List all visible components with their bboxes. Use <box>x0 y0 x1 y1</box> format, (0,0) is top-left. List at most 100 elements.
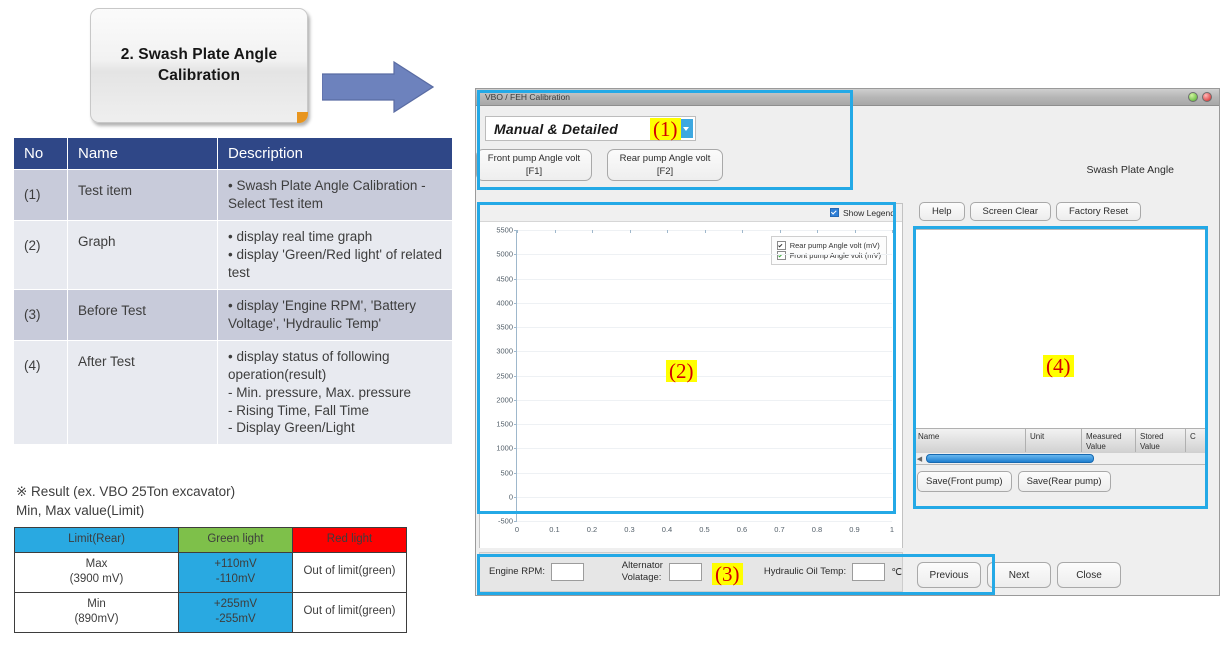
limit-cell-limit: Min (890mV) <box>14 591 179 633</box>
y-axis-tick-mark <box>514 327 517 328</box>
chevron-down-icon[interactable] <box>678 119 693 138</box>
slide-left-pane: 2. Swash Plate Angle Calibration No Name… <box>0 0 470 662</box>
after-test-result-grid[interactable]: Name Unit Measured Value Stored Value C … <box>913 229 1207 465</box>
result-note: ※ Result (ex. VBO 25Ton excavator) Min, … <box>16 482 446 520</box>
help-button[interactable]: Help <box>919 202 965 221</box>
window-indicators <box>1188 92 1212 102</box>
calibration-application-window: VBO / FEH Calibration Manual & Detailed … <box>475 88 1220 596</box>
grid-header-stored[interactable]: Stored Value <box>1136 429 1186 454</box>
x-axis-tick-mark <box>629 230 631 233</box>
engine-rpm-input[interactable] <box>550 563 585 581</box>
status-green-light-icon <box>1188 92 1198 102</box>
rear-pump-angle-volt-button[interactable]: Rear pump Angle volt [F2] <box>607 149 723 181</box>
cell-description: • display 'Engine RPM', 'Battery Voltage… <box>217 288 453 341</box>
legend-item[interactable]: Front pump Angle volt (mV) <box>776 251 881 260</box>
x-axis-tick-mark <box>817 230 818 233</box>
x-axis-tick-label: 0.8 <box>811 525 823 534</box>
x-axis-tick-mark <box>592 230 593 233</box>
previous-button[interactable]: Previous <box>917 562 981 588</box>
cell-no: (2) <box>13 219 68 290</box>
grid-empty-body <box>914 230 1206 428</box>
y-axis-tick-mark <box>514 254 517 256</box>
result-note-line2: Min, Max value(Limit) <box>16 503 145 519</box>
x-axis-tick-label: 0.6 <box>736 525 748 534</box>
legend-item[interactable]: Rear pump Angle volt (mV) <box>776 241 881 250</box>
hydraulic-oil-temp-input[interactable] <box>852 563 886 581</box>
legend-label-rear: Rear pump Angle volt (mV) <box>789 241 880 250</box>
test-item-select-value: Manual & Detailed <box>494 120 618 137</box>
y-axis-tick-label: 4000 <box>496 298 513 308</box>
plot-area[interactable]: Rear pump Angle volt (mV) Front pump Ang… <box>496 226 894 535</box>
grid-header-name[interactable]: Name <box>914 429 1026 454</box>
chart-actions-toolbar: Help Screen Clear Factory Reset <box>919 202 1142 221</box>
save-front-pump-button[interactable]: Save(Front pump) <box>917 471 1012 492</box>
limit-header-limit: Limit(Rear) <box>14 527 179 553</box>
grid-header-unit[interactable]: Unit <box>1026 429 1082 454</box>
x-axis-tick-label: 1 <box>889 525 895 534</box>
test-item-select[interactable]: Manual & Detailed <box>485 116 696 141</box>
grid-header-extra[interactable]: C <box>1186 429 1206 454</box>
x-axis-tick-label: 0 <box>514 525 520 534</box>
limit-cell-green: +110mV -110mV <box>178 551 293 593</box>
rear-pump-label-line2: [F2] <box>656 166 674 177</box>
realtime-graph-panel: Show Legend Rear pump Angle volt (mV) Fr… <box>479 203 903 548</box>
cell-no: (3) <box>13 288 68 341</box>
limit-header-row: Limit(Rear) Green light Red light <box>14 527 407 553</box>
gridline <box>517 302 892 304</box>
grid-horizontal-scrollbar[interactable]: ◀ <box>914 452 1206 464</box>
x-axis-tick-label: 0.7 <box>774 525 785 534</box>
y-axis-tick-label: 2000 <box>496 395 513 405</box>
x-axis-tick-label: 0.1 <box>549 525 560 534</box>
x-axis-tick-mark <box>517 230 518 233</box>
alternator-voltage-input[interactable] <box>668 563 703 581</box>
table-header-row: No Name Description <box>13 137 453 170</box>
before-test-status-bar: Engine RPM: Alternator Volatage: V Hydra… <box>479 552 903 592</box>
legend-checkbox-front[interactable] <box>776 251 786 260</box>
gridline <box>517 496 892 498</box>
screen-clear-button[interactable]: Screen Clear <box>969 202 1051 221</box>
alternator-voltage-label: Alternator Volatage: <box>622 560 663 584</box>
y-axis-tick-label: 5500 <box>496 225 513 235</box>
cell-description: • display real time graph • display 'Gre… <box>217 219 453 290</box>
front-pump-angle-volt-button[interactable]: Front pump Angle volt [F1] <box>476 149 592 181</box>
cell-description: • display status of following operation(… <box>217 339 453 446</box>
y-axis-tick-label: -500 <box>497 516 513 526</box>
legend-checkbox-rear[interactable] <box>776 241 786 250</box>
rear-pump-label-line1: Rear pump Angle volt <box>619 152 711 164</box>
close-button[interactable]: Close <box>1057 562 1121 588</box>
gridline <box>517 399 892 401</box>
engine-rpm-label: Engine RPM: <box>489 566 545 578</box>
alternator-label-line2: Volatage: <box>621 572 662 583</box>
header-desc: Description <box>217 137 453 170</box>
factory-reset-button[interactable]: Factory Reset <box>1056 202 1142 221</box>
y-axis-tick-mark <box>514 375 517 377</box>
limit-header-green: Green light <box>178 527 293 553</box>
grid-header-measured[interactable]: Measured Value <box>1082 429 1136 454</box>
scrollbar-thumb[interactable] <box>926 454 1094 463</box>
gridline <box>517 424 892 425</box>
show-legend-checkbox[interactable] <box>830 208 839 217</box>
gridline <box>517 448 892 450</box>
y-axis-tick-mark <box>514 424 517 425</box>
description-table: No Name Description (1) Test item • Swas… <box>13 137 453 446</box>
y-axis-tick-label: 1500 <box>496 419 513 429</box>
header-no: No <box>13 137 68 170</box>
y-axis-tick-label: 0 <box>508 492 513 502</box>
plot-wrapper: Rear pump Angle volt (mV) Front pump Ang… <box>480 222 902 548</box>
x-axis-tick-mark <box>892 230 893 233</box>
x-axis-tick-mark <box>667 230 668 233</box>
hydraulic-oil-temp-label: Hydraulic Oil Temp: <box>763 566 847 578</box>
chart-legend: Rear pump Angle volt (mV) Front pump Ang… <box>770 236 887 265</box>
y-axis-tick-mark <box>514 351 517 353</box>
scroll-left-arrow-icon[interactable]: ◀ <box>914 455 925 463</box>
table-row: (1) Test item • Swash Plate Angle Calibr… <box>13 169 453 221</box>
cell-no: (4) <box>13 339 68 446</box>
x-axis-tick-mark <box>854 230 856 233</box>
table-row: (3) Before Test • display 'Engine RPM', … <box>13 288 453 341</box>
window-title: VBO / FEH Calibration <box>485 92 571 102</box>
save-rear-pump-button[interactable]: Save(Rear pump) <box>1017 471 1111 492</box>
gridline <box>517 327 892 328</box>
next-button[interactable]: Next <box>987 562 1051 588</box>
y-axis-tick-label: 1000 <box>496 443 513 453</box>
x-axis-tick-label: 0.9 <box>849 525 860 534</box>
